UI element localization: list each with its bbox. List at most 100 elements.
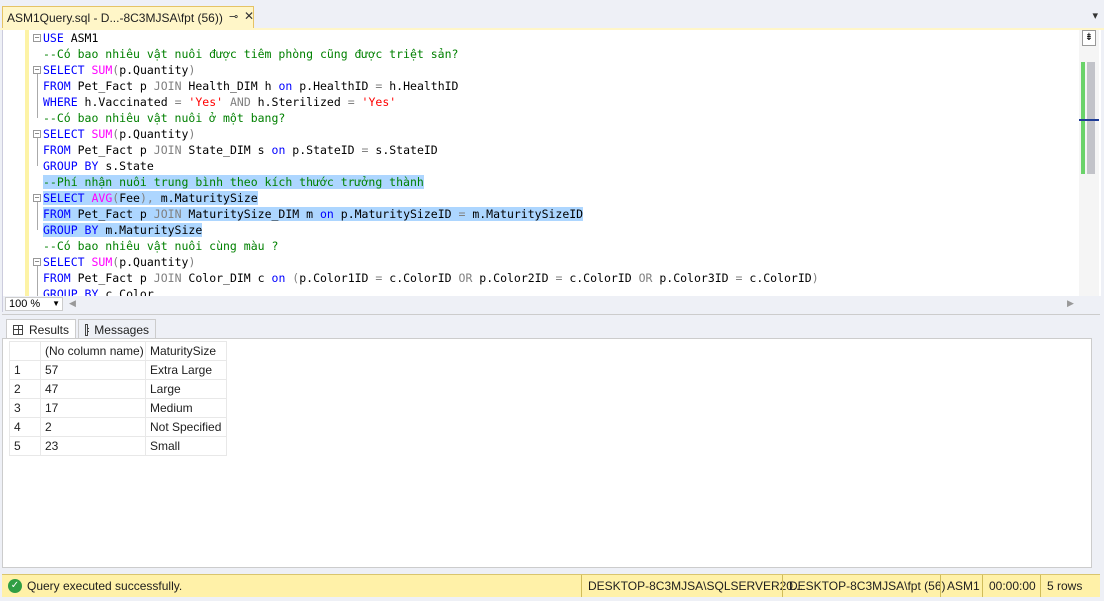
code-token: s.State [105, 159, 154, 173]
collapse-icon[interactable]: − [33, 34, 41, 42]
code-line[interactable]: --Có bao nhiêu vật nuôi ở một bang? [43, 110, 1077, 126]
code-line[interactable]: GROUP BY m.MaturitySize [43, 222, 1077, 238]
code-token: JOIN [153, 271, 189, 285]
results-grid-panel[interactable]: (No column name) MaturitySize 1 57 Extra… [2, 338, 1092, 568]
table-row[interactable]: 2 47 Large [9, 379, 227, 399]
code-token: Pet_Fact p [77, 271, 154, 285]
code-token: OR [638, 271, 660, 285]
code-token: WHERE [43, 95, 85, 109]
results-grid[interactable]: (No column name) MaturitySize 1 57 Extra… [9, 341, 227, 456]
code-line[interactable]: FROM Pet_Fact p JOIN MaturitySize_DIM m … [43, 206, 1077, 222]
scroll-right-icon[interactable]: ▶ [1067, 298, 1074, 309]
column-header[interactable]: MaturitySize [145, 341, 227, 361]
code-token: s.StateID [375, 143, 438, 157]
code-line[interactable]: WHERE h.Vaccinated = 'Yes' AND h.Sterili… [43, 94, 1077, 110]
code-line[interactable]: FROM Pet_Fact p JOIN State_DIM s on p.St… [43, 142, 1077, 158]
code-token: ASM1 [70, 31, 99, 45]
code-line[interactable]: SELECT SUM(p.Quantity) [43, 126, 1077, 142]
close-icon[interactable]: ✕ [244, 9, 254, 23]
code-token: ) [188, 63, 196, 77]
table-cell[interactable]: Not Specified [145, 417, 227, 437]
code-token: Health_DIM h [188, 79, 279, 93]
vertical-scrollbar[interactable]: ⇟ [1079, 30, 1099, 296]
tab-messages[interactable]: Messages [78, 319, 156, 339]
code-token: = [174, 95, 189, 109]
code-token: p.Quantity [119, 63, 189, 77]
table-row[interactable]: 1 57 Extra Large [9, 360, 227, 380]
code-token: p.MaturitySizeID [340, 207, 459, 221]
table-cell[interactable]: 23 [40, 436, 146, 456]
zoom-select[interactable]: 100 % ▼ [5, 297, 63, 311]
status-elapsed: 00:00:00 [982, 575, 1039, 597]
query-tab[interactable]: ASM1Query.sql - D...-8C3MJSA\fpt (56)) ⊸… [2, 6, 254, 28]
table-cell[interactable]: Small [145, 436, 227, 456]
collapse-icon[interactable]: − [33, 130, 41, 138]
code-token: GROUP BY [43, 223, 106, 237]
table-cell[interactable]: 57 [40, 360, 146, 380]
saved-changes-marker [1081, 62, 1085, 174]
table-cell[interactable]: Medium [145, 398, 227, 418]
code-line[interactable]: SELECT AVG(Fee), m.MaturitySize [43, 190, 1077, 206]
code-token: --Có bao nhiêu vật nuôi cùng màu ? [43, 239, 279, 253]
code-token: SUM [91, 255, 113, 269]
code-line[interactable]: --Phí nhận nuôi trung bình theo kích thư… [43, 174, 1077, 190]
code-line[interactable]: GROUP BY c.Color [43, 286, 1077, 296]
row-number[interactable]: 5 [9, 436, 41, 456]
code-token: on [319, 207, 341, 221]
messages-icon [85, 323, 89, 336]
table-cell[interactable]: Large [145, 379, 227, 399]
code-area[interactable]: USE ASM1 --Có bao nhiêu vật nuôi được tiê… [43, 30, 1077, 296]
table-cell[interactable]: 2 [40, 417, 146, 437]
collapse-icon[interactable]: − [33, 194, 41, 202]
column-header[interactable]: (No column name) [40, 341, 146, 361]
code-line[interactable]: USE ASM1 [43, 30, 1077, 46]
code-line[interactable]: FROM Pet_Fact p JOIN Health_DIM h on p.H… [43, 78, 1077, 94]
tab-results[interactable]: Results [6, 319, 76, 339]
code-token: = [458, 207, 473, 221]
row-number[interactable]: 4 [9, 417, 41, 437]
code-token: ) [188, 127, 196, 141]
code-token: USE [43, 31, 71, 45]
table-cell[interactable]: Extra Large [145, 360, 227, 380]
code-token: = [375, 79, 390, 93]
code-token: h.HealthID [389, 79, 459, 93]
code-token: AVG [91, 191, 113, 205]
collapse-icon[interactable]: − [33, 258, 41, 266]
code-token: p.StateID [292, 143, 362, 157]
status-database: ASM1 [940, 575, 980, 597]
code-token: SELECT [43, 127, 92, 141]
code-line[interactable]: SELECT SUM(p.Quantity) [43, 62, 1077, 78]
table-cell[interactable]: 47 [40, 379, 146, 399]
code-line[interactable]: GROUP BY s.State [43, 158, 1077, 174]
code-token: c.ColorID [569, 271, 639, 285]
code-token: Pet_Fact p [77, 79, 154, 93]
tab-dropdown-icon[interactable]: ▾ [1092, 9, 1098, 22]
code-token: = [555, 271, 570, 285]
collapse-icon[interactable]: − [33, 66, 41, 74]
code-line[interactable]: FROM Pet_Fact p JOIN Color_DIM c on (p.C… [43, 270, 1077, 286]
split-icon[interactable]: ⇟ [1082, 30, 1096, 46]
row-number-header[interactable] [9, 341, 41, 361]
scrollbar-thumb[interactable] [1087, 62, 1095, 174]
code-token: FROM [43, 79, 78, 93]
table-cell[interactable]: 17 [40, 398, 146, 418]
pin-icon[interactable]: ⊸ [229, 10, 238, 23]
table-row[interactable]: 3 17 Medium [9, 398, 227, 418]
table-row[interactable]: 4 2 Not Specified [9, 417, 227, 437]
scroll-left-icon[interactable]: ◀ [69, 298, 76, 309]
code-line[interactable]: SELECT SUM(p.Quantity) [43, 254, 1077, 270]
code-token: 'Yes' [361, 95, 397, 109]
table-row[interactable]: 5 23 Small [9, 436, 227, 456]
tab-messages-label: Messages [94, 322, 149, 337]
code-token: Color_DIM c [188, 271, 272, 285]
row-number[interactable]: 1 [9, 360, 41, 380]
code-token: = [347, 95, 362, 109]
row-number[interactable]: 2 [9, 379, 41, 399]
row-number[interactable]: 3 [9, 398, 41, 418]
code-line[interactable]: --Có bao nhiêu vật nuôi cùng màu ? [43, 238, 1077, 254]
query-editor[interactable]: − − − − − USE ASM1 --Có bao nhiêu vật nuô… [2, 30, 1101, 312]
code-line[interactable]: --Có bao nhiêu vật nuôi được tiêm phòng … [43, 46, 1077, 62]
tab-results-label: Results [28, 322, 69, 337]
code-token: m.MaturitySize [105, 223, 203, 237]
code-token: JOIN [153, 79, 189, 93]
